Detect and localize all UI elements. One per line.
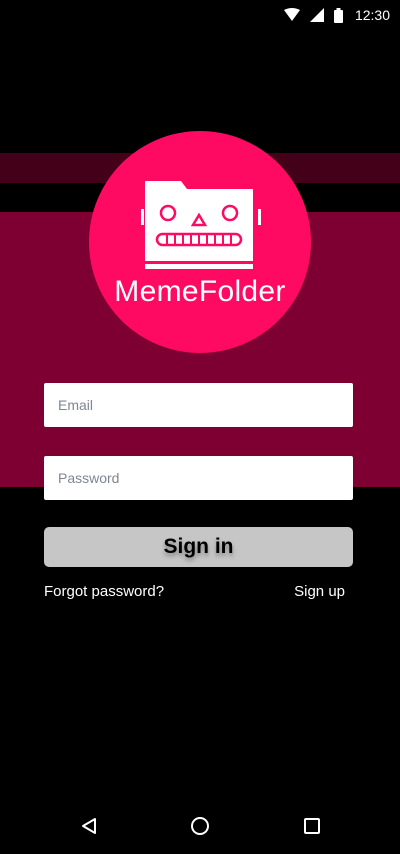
recents-icon — [304, 818, 320, 834]
back-button[interactable] — [77, 814, 101, 838]
app-logo: MemeFolder — [89, 131, 311, 353]
battery-icon — [333, 7, 343, 23]
cell-signal-icon — [309, 8, 324, 22]
recents-button[interactable] — [300, 814, 324, 838]
email-field[interactable] — [44, 383, 353, 427]
sign-up-link[interactable]: Sign up — [294, 583, 345, 600]
robot-folder-icon — [141, 181, 261, 269]
status-time: 12:30 — [354, 7, 390, 23]
navigation-bar — [0, 798, 400, 854]
status-bar: 12:30 — [0, 0, 400, 30]
status-icons: 12:30 — [283, 5, 390, 25]
home-icon — [191, 817, 209, 835]
home-button[interactable] — [188, 814, 212, 838]
back-icon — [82, 818, 96, 834]
sign-in-button[interactable]: Sign in — [44, 527, 353, 567]
forgot-password-link[interactable]: Forgot password? — [44, 583, 164, 600]
wifi-icon — [283, 8, 300, 21]
password-field[interactable] — [44, 456, 353, 500]
app-name: MemeFolder — [114, 275, 286, 308]
login-screen: 12:30 MemeFolder Email Sign in Forgot pa… — [0, 0, 400, 854]
